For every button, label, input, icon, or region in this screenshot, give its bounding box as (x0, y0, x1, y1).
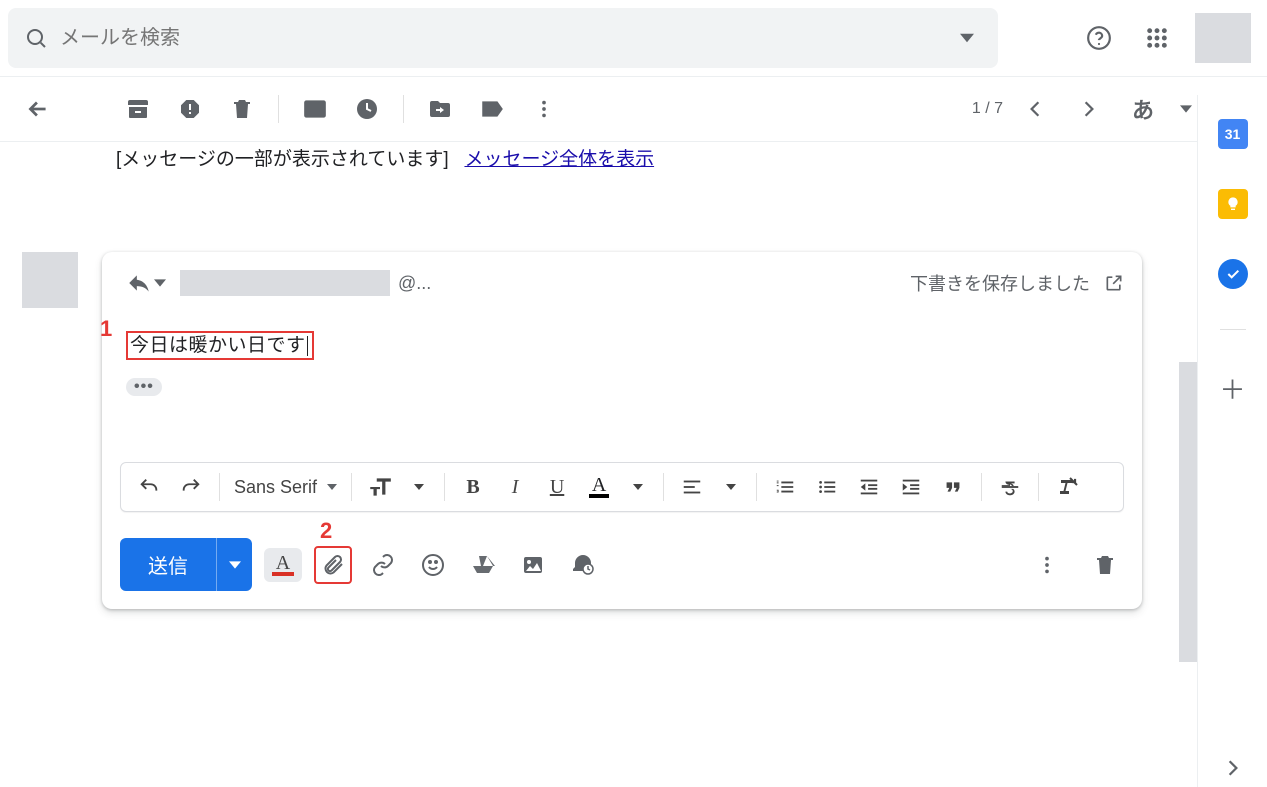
snooze-icon[interactable] (345, 87, 389, 131)
tasks-app-icon[interactable] (1218, 259, 1248, 289)
delete-icon[interactable] (220, 87, 264, 131)
add-addon-icon[interactable]: ＋ (1219, 370, 1245, 407)
attach-file-icon[interactable] (314, 546, 352, 584)
scrollbar-thumb[interactable] (1179, 362, 1197, 662)
toolbar-separator (403, 95, 404, 123)
header (0, 0, 1267, 76)
compose-actions-row: 送信 A 2 (120, 538, 1124, 591)
account-avatar[interactable] (1195, 13, 1251, 63)
italic-button[interactable]: I (495, 467, 535, 507)
mark-unread-icon[interactable] (293, 87, 337, 131)
align-button[interactable] (672, 467, 712, 507)
font-family-select[interactable]: Sans Serif (228, 477, 343, 498)
reply-type-button[interactable] (120, 266, 172, 300)
apps-grid-icon[interactable] (1137, 18, 1177, 58)
caret-down-icon (327, 482, 337, 492)
show-trimmed-content-button[interactable]: ••• (126, 378, 162, 396)
formatting-toggle-button[interactable]: A (264, 548, 302, 582)
fmt-separator (756, 473, 757, 501)
strikethrough-icon[interactable] (990, 467, 1030, 507)
message-trimmed-notice: [メッセージの一部が表示されています] メッセージ全体を表示 (0, 142, 1267, 179)
insert-drive-icon[interactable] (464, 546, 502, 584)
font-family-label: Sans Serif (234, 477, 317, 498)
compose-body-text[interactable]: 今日は暖かい日です (126, 331, 314, 360)
page-indicator: 1 / 7 (943, 100, 1003, 118)
annotation-1: 1 (100, 316, 112, 342)
text-color-caret-icon[interactable] (621, 467, 655, 507)
search-icon (22, 26, 50, 50)
insert-emoji-icon[interactable] (414, 546, 452, 584)
report-spam-icon[interactable] (168, 87, 212, 131)
bulleted-list-icon[interactable] (807, 467, 847, 507)
confidential-mode-icon[interactable] (564, 546, 602, 584)
input-method-icon[interactable]: あ (1121, 87, 1165, 131)
trimmed-label: [メッセージの一部が表示されています] (116, 149, 449, 170)
fmt-separator (1038, 473, 1039, 501)
prev-page-icon[interactable] (1013, 87, 1057, 131)
next-page-icon[interactable] (1067, 87, 1111, 131)
redo-icon[interactable] (171, 467, 211, 507)
side-panel: 31 ＋ (1197, 95, 1267, 787)
fmt-separator (351, 473, 352, 501)
remove-formatting-icon[interactable] (1047, 467, 1087, 507)
annotation-2: 2 (320, 518, 332, 544)
side-panel-collapse-icon[interactable] (1224, 759, 1242, 777)
popout-icon[interactable] (1104, 273, 1124, 293)
bold-button[interactable]: B (453, 467, 493, 507)
help-icon[interactable] (1079, 18, 1119, 58)
underline-button[interactable]: U (537, 467, 577, 507)
draft-saved-label: 下書きを保存しました (910, 270, 1090, 296)
compose-card: @... 下書きを保存しました 1 今日は暖かい日です ••• Sans Ser… (102, 252, 1142, 609)
search-options-caret-icon[interactable] (950, 31, 984, 45)
fmt-separator (219, 473, 220, 501)
fmt-separator (444, 473, 445, 501)
send-button-group: 送信 (120, 538, 252, 591)
back-arrow-icon[interactable] (16, 87, 60, 131)
view-full-message-link[interactable]: メッセージ全体を表示 (464, 149, 654, 170)
keep-app-icon[interactable] (1218, 189, 1248, 219)
recipient-domain: @... (398, 273, 431, 294)
indent-more-icon[interactable] (891, 467, 931, 507)
font-size-caret-icon[interactable] (402, 467, 436, 507)
toolbar-separator (278, 95, 279, 123)
insert-photo-icon[interactable] (514, 546, 552, 584)
search-bar[interactable] (8, 8, 998, 68)
search-input[interactable] (50, 27, 950, 50)
side-panel-separator (1220, 329, 1246, 330)
compose-more-icon[interactable] (1028, 546, 1066, 584)
font-size-icon[interactable] (360, 467, 400, 507)
input-method-caret-icon[interactable] (1175, 87, 1197, 131)
more-vert-icon[interactable] (522, 87, 566, 131)
compose-body[interactable]: 1 今日は暖かい日です ••• (120, 300, 1124, 450)
fmt-separator (981, 473, 982, 501)
text-cursor (307, 336, 308, 356)
quote-icon[interactable] (933, 467, 973, 507)
fmt-separator (663, 473, 664, 501)
sender-avatar (22, 252, 78, 308)
formatting-toolbar: Sans Serif B I U A (120, 462, 1124, 512)
numbered-list-icon[interactable] (765, 467, 805, 507)
mail-toolbar: 1 / 7 あ (0, 77, 1267, 141)
move-to-icon[interactable] (418, 87, 462, 131)
insert-link-icon[interactable] (364, 546, 402, 584)
archive-icon[interactable] (116, 87, 160, 131)
text-color-button[interactable]: A (579, 476, 619, 498)
recipient-chip[interactable] (180, 270, 390, 296)
compose-header: @... 下書きを保存しました (120, 266, 1124, 300)
undo-icon[interactable] (129, 467, 169, 507)
send-button[interactable]: 送信 (120, 538, 216, 591)
discard-draft-icon[interactable] (1086, 546, 1124, 584)
calendar-app-icon[interactable]: 31 (1218, 119, 1248, 149)
labels-icon[interactable] (470, 87, 514, 131)
indent-less-icon[interactable] (849, 467, 889, 507)
align-caret-icon[interactable] (714, 467, 748, 507)
send-options-caret-icon[interactable] (216, 538, 252, 591)
